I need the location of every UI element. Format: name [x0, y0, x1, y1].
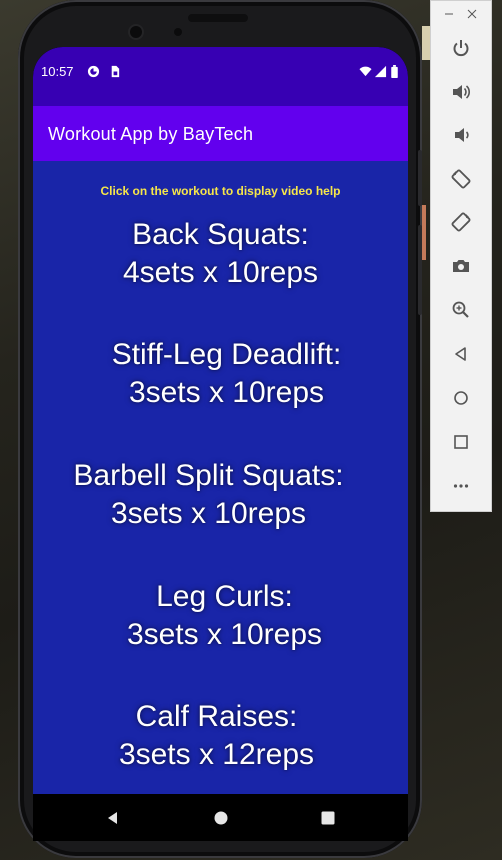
- overview-icon: [454, 435, 468, 449]
- signal-icon: [374, 65, 387, 78]
- earpiece: [188, 14, 248, 22]
- google-icon: [87, 65, 100, 78]
- emulator-back-button[interactable]: [446, 339, 476, 369]
- power-button[interactable]: [446, 33, 476, 63]
- workout-item-leg-curls[interactable]: Leg Curls: 3sets x 10reps: [37, 578, 408, 654]
- battery-icon: [391, 65, 398, 78]
- emulator-more-button[interactable]: [446, 471, 476, 501]
- close-icon[interactable]: [467, 9, 477, 19]
- workout-name: Back Squats:: [132, 218, 309, 251]
- screenshot-button[interactable]: [446, 251, 476, 281]
- app-title: Workout App by BayTech: [48, 124, 254, 144]
- background-window-fragment: [422, 26, 430, 60]
- workout-name: Calf Raises:: [135, 700, 298, 733]
- hint-text: Click on the workout to display video he…: [100, 184, 341, 198]
- home-icon: [454, 391, 468, 405]
- workout-name: Stiff-Leg Deadlift:: [111, 338, 342, 371]
- workout-item-calf-raises[interactable]: Calf Raises: 3sets x 12reps: [33, 698, 404, 774]
- recents-icon[interactable]: [318, 808, 338, 828]
- workout-item-stiff-leg-deadlift[interactable]: Stiff-Leg Deadlift: 3sets x 10reps: [39, 336, 408, 412]
- back-icon[interactable]: [103, 808, 123, 828]
- volume-up-button[interactable]: [446, 77, 476, 107]
- background-window-fragment: [422, 205, 426, 260]
- rotate-left-button[interactable]: [446, 164, 476, 194]
- workout-detail: 3sets x 10reps: [128, 376, 325, 409]
- status-time: 10:57: [41, 64, 74, 79]
- app-bar: Workout App by BayTech: [33, 106, 408, 161]
- back-icon: [455, 347, 466, 361]
- emulator-toolbar: [430, 0, 492, 512]
- workout-name: Leg Curls:: [156, 580, 293, 613]
- sim-card-icon: [111, 65, 120, 78]
- power-icon: [453, 40, 469, 57]
- rotate-right-icon: [451, 212, 471, 232]
- workout-detail: 3sets x 12reps: [118, 738, 315, 771]
- zoom-icon: [452, 301, 469, 318]
- workout-name: Barbell Split Squats:: [73, 459, 344, 492]
- phone-screen: 10:57 Workout App by BayTech Click on th…: [33, 47, 408, 841]
- workout-detail: 3sets x 10reps: [110, 497, 307, 530]
- rotate-right-button[interactable]: [446, 207, 476, 237]
- zoom-button[interactable]: [446, 295, 476, 325]
- emulator-overview-button[interactable]: [446, 427, 476, 457]
- front-camera: [130, 26, 142, 38]
- rotate-left-icon: [451, 169, 471, 189]
- workout-list: Click on the workout to display video he…: [33, 161, 408, 794]
- screenshot-icon: [453, 260, 469, 272]
- workout-item-barbell-split-squats[interactable]: Barbell Split Squats: 3sets x 10reps: [33, 457, 396, 533]
- proximity-sensor: [174, 28, 182, 36]
- more-icon: [453, 484, 469, 488]
- volume-up-icon: [453, 85, 471, 99]
- workout-item-back-squats[interactable]: Back Squats: 4sets x 10reps: [33, 216, 408, 292]
- wifi-icon: [359, 66, 372, 77]
- emulator-window-controls: [431, 5, 491, 21]
- navigation-bar: [33, 794, 408, 841]
- minimize-icon[interactable]: [444, 9, 454, 19]
- workout-detail: 3sets x 10reps: [126, 618, 323, 651]
- status-bar: 10:57: [33, 47, 408, 106]
- volume-down-button[interactable]: [446, 120, 476, 150]
- power-side-button[interactable]: [418, 150, 422, 206]
- volume-down-icon: [455, 128, 469, 142]
- emulator-home-button[interactable]: [446, 383, 476, 413]
- workout-detail: 4sets x 10reps: [122, 256, 319, 289]
- home-icon[interactable]: [211, 808, 231, 828]
